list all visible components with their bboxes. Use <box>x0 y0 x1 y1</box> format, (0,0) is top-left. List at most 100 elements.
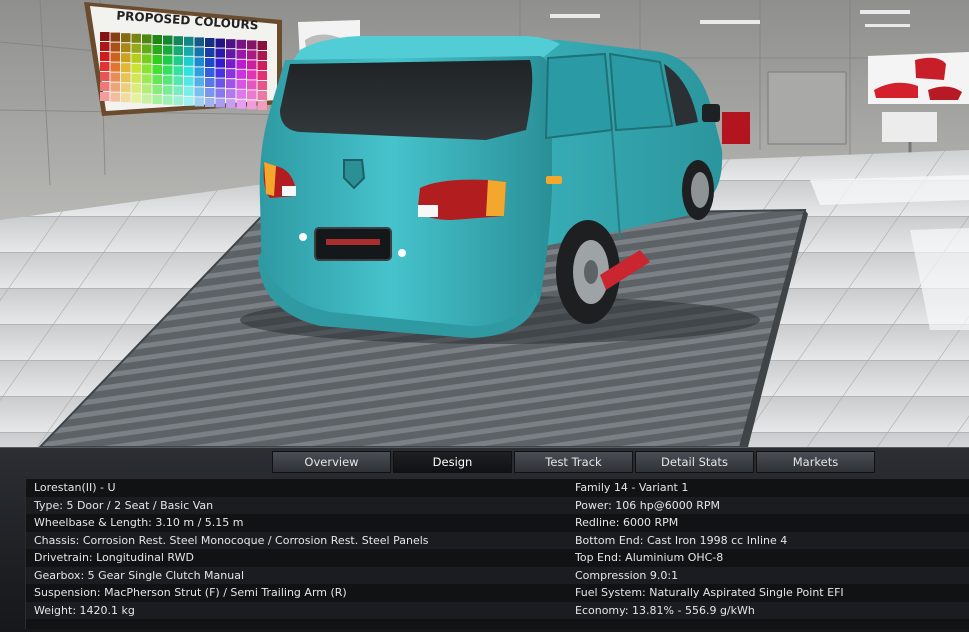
colour-swatch <box>142 44 152 54</box>
colour-swatch <box>163 85 173 95</box>
colour-swatch <box>194 37 204 47</box>
colour-swatch <box>131 43 141 53</box>
colour-swatch <box>110 62 120 72</box>
colour-swatch <box>142 64 152 74</box>
colour-swatch <box>257 81 267 90</box>
colour-swatch <box>205 58 215 67</box>
colour-swatch <box>110 42 120 52</box>
colour-swatch <box>205 88 215 97</box>
colour-swatch <box>100 72 110 81</box>
colour-swatch <box>131 53 141 63</box>
colour-swatch <box>215 78 225 88</box>
colour-swatch <box>142 74 152 84</box>
colour-swatch <box>142 94 152 104</box>
colour-swatch <box>121 63 131 73</box>
colour-swatch <box>257 51 267 60</box>
colour-swatch <box>131 33 141 43</box>
colour-swatch <box>100 52 110 61</box>
car-viewport[interactable]: PROPOSED COLOURS <box>0 0 969 447</box>
colour-swatch <box>226 49 236 59</box>
colour-swatch <box>121 93 131 103</box>
colour-swatch <box>152 45 162 54</box>
colour-swatch <box>184 96 194 106</box>
colour-swatch <box>121 53 131 63</box>
colour-swatch <box>247 100 257 110</box>
stat-bottom-end: Bottom End: Cast Iron 1998 cc Inline 4 <box>575 533 788 547</box>
colour-swatch <box>194 57 204 67</box>
colour-swatch <box>152 65 162 74</box>
stat-redline: Redline: 6000 RPM <box>575 516 679 529</box>
colour-swatch <box>163 35 173 45</box>
colour-swatch <box>247 80 257 90</box>
colour-swatch <box>110 82 120 92</box>
stats-row: Gearbox: 5 Gear Single Clutch Manual Com… <box>26 566 969 584</box>
tab-design[interactable]: Design <box>393 451 512 473</box>
colour-swatch <box>173 76 183 86</box>
colour-swatch <box>121 33 131 43</box>
colour-swatch <box>152 55 162 64</box>
colour-swatch <box>226 79 236 89</box>
stats-row: Suspension: MacPherson Strut (F) / Semi … <box>26 584 969 602</box>
colour-swatch <box>205 98 215 107</box>
stat-gearbox: Gearbox: 5 Gear Single Clutch Manual <box>34 568 245 582</box>
colour-swatch <box>163 65 173 75</box>
colour-swatch <box>173 96 183 106</box>
stat-engine-family: Family 14 - Variant 1 <box>575 481 689 494</box>
stat-wheelbase-length: Wheelbase & Length: 3.10 m / 5.15 m <box>34 516 244 529</box>
colour-swatch <box>236 39 246 49</box>
colour-swatch <box>142 34 152 44</box>
colour-swatch <box>110 32 120 42</box>
tab-markets[interactable]: Markets <box>756 451 875 473</box>
colour-swatch <box>257 71 267 80</box>
colour-swatch <box>131 63 141 73</box>
colour-swatch <box>100 92 110 101</box>
stat-type: Type: 5 Door / 2 Seat / Basic Van <box>34 498 214 512</box>
colour-swatch <box>121 83 131 93</box>
colour-swatch <box>110 92 120 102</box>
colour-swatch <box>184 86 194 96</box>
car-poster <box>868 52 969 104</box>
colour-swatch <box>226 99 236 109</box>
colour-swatch <box>131 93 141 103</box>
colour-swatch <box>194 97 204 107</box>
colour-swatch <box>215 38 225 48</box>
colour-swatch <box>194 87 204 97</box>
colour-swatch <box>184 56 194 66</box>
colour-swatch <box>152 75 162 84</box>
colour-swatch <box>236 59 246 69</box>
colour-swatch <box>173 36 183 46</box>
colour-swatch <box>100 82 110 91</box>
stat-economy: Economy: 13.81% - 556.9 g/kWh <box>575 603 755 617</box>
stats-row: Drivetrain: Longitudinal RWD Top End: Al… <box>26 549 969 567</box>
colour-swatch <box>257 41 267 50</box>
colour-swatch <box>194 67 204 77</box>
colour-swatch <box>163 75 173 85</box>
stats-row: Wheelbase & Length: 3.10 m / 5.15 m Redl… <box>26 514 969 532</box>
colour-swatch <box>152 85 162 94</box>
stat-power: Power: 106 hp@6000 RPM <box>575 498 720 512</box>
colour-swatch <box>247 60 257 70</box>
colour-swatch <box>226 39 236 49</box>
colour-swatch <box>121 43 131 53</box>
colour-swatch <box>100 32 110 41</box>
colour-swatch <box>163 95 173 105</box>
colour-swatch <box>247 90 257 100</box>
stats-row: Type: 5 Door / 2 Seat / Basic Van Power:… <box>26 496 969 514</box>
colour-swatch <box>215 68 225 78</box>
colour-swatch <box>215 48 225 58</box>
colour-swatch <box>215 88 225 98</box>
tab-bar: Overview Design Test Track Detail Stats … <box>272 451 877 473</box>
tab-detail-stats[interactable]: Detail Stats <box>635 451 754 473</box>
tab-overview[interactable]: Overview <box>272 451 391 473</box>
tab-test-track[interactable]: Test Track <box>514 451 633 473</box>
colour-swatch <box>152 35 162 44</box>
colour-swatch <box>257 101 267 110</box>
stat-weight: Weight: 1420.1 kg <box>34 603 135 617</box>
colour-swatch <box>226 69 236 79</box>
colour-poster: PROPOSED COLOURS <box>84 2 282 116</box>
colour-swatch <box>236 89 246 99</box>
colour-swatch <box>205 68 215 77</box>
colour-swatch <box>247 70 257 80</box>
colour-swatch <box>163 55 173 65</box>
colour-swatch <box>194 77 204 87</box>
